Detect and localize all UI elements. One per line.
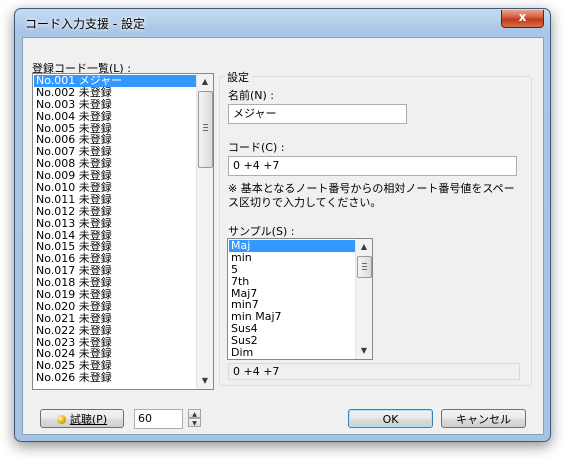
sample-list-item[interactable]: 7th	[229, 275, 355, 288]
code-list-item[interactable]: No.013 未登録	[34, 217, 196, 230]
code-list-item[interactable]: No.022 未登録	[34, 324, 196, 337]
code-list-item[interactable]: No.004 未登録	[34, 110, 196, 123]
speaker-icon	[56, 415, 66, 424]
scroll-up-arrow-icon[interactable]: ▲	[197, 74, 213, 90]
ok-button[interactable]: OK	[348, 409, 433, 428]
spin-down-icon[interactable]: ▼	[188, 418, 201, 427]
input-hint-note: ※ 基本となるノート番号からの相対ノート番号値をスペース区切りで入力してください…	[228, 182, 515, 209]
code-list-scrollbar[interactable]: ▲ ▼	[196, 74, 213, 389]
dialog-window: コード入力支援 - 設定 x 登録コード一覧(L) : No.001 メジャー N…	[14, 8, 551, 442]
sample-list-item[interactable]: 5	[229, 263, 355, 276]
code-list-item[interactable]: No.012 未登録	[34, 205, 196, 218]
sample-scroll-down-arrow-icon[interactable]: ▼	[356, 343, 372, 359]
code-list-item[interactable]: No.011 未登録	[34, 193, 196, 206]
code-list-item[interactable]: No.026 未登録	[34, 372, 196, 384]
close-icon: x	[518, 10, 527, 24]
cancel-button[interactable]: キャンセル	[441, 409, 526, 428]
spin-up-icon[interactable]: ▲	[188, 409, 201, 418]
dialog-client-area: 登録コード一覧(L) : No.001 メジャー No.002 未登録 No.003…	[22, 37, 544, 435]
code-listbox[interactable]: No.001 メジャー No.002 未登録 No.003 未登録 No.004 未登…	[32, 73, 214, 390]
preview-button[interactable]: 試聴(P)	[40, 409, 124, 428]
close-button[interactable]: x	[501, 10, 544, 28]
sample-result-display: 0 +4 +7	[228, 363, 520, 380]
code-label: コード(C) :	[228, 141, 285, 154]
name-field[interactable]: メジャー	[228, 104, 407, 124]
code-list-items: No.001 メジャー No.002 未登録 No.003 未登録 No.004 未登…	[34, 75, 196, 384]
sample-listbox[interactable]: Maj min 5 7th Maj7 min7 min Maj7 Sus4 Sus2 Dim ▲ …	[227, 238, 373, 360]
scroll-down-arrow-icon[interactable]: ▼	[197, 373, 213, 389]
sample-list-scrollbar[interactable]: ▲ ▼	[355, 239, 372, 359]
sample-label: サンプル(S) :	[228, 225, 295, 238]
sample-list-scroll-thumb[interactable]	[357, 256, 372, 278]
preview-button-label: 試聴(P)	[69, 413, 108, 426]
settings-group-title: 設定	[225, 69, 251, 85]
window-title: コード入力支援 - 設定	[25, 17, 145, 31]
code-list-item[interactable]: No.021 未登録	[34, 312, 196, 325]
code-field[interactable]: 0 +4 +7	[228, 156, 517, 176]
code-list-scroll-thumb[interactable]	[198, 91, 213, 168]
code-list-item[interactable]: No.002 未登録	[34, 86, 196, 99]
name-label: 名前(N) :	[228, 89, 275, 102]
preview-spin-input[interactable]: 60	[134, 409, 183, 429]
sample-list-items: Maj min 5 7th Maj7 min7 min Maj7 Sus4 Sus2 Dim	[229, 240, 355, 359]
code-list-item[interactable]: No.003 未登録	[34, 98, 196, 111]
sample-scroll-up-arrow-icon[interactable]: ▲	[356, 239, 372, 255]
sample-list-item[interactable]: min	[229, 251, 355, 264]
sample-list-item[interactable]: Dim	[229, 347, 355, 359]
